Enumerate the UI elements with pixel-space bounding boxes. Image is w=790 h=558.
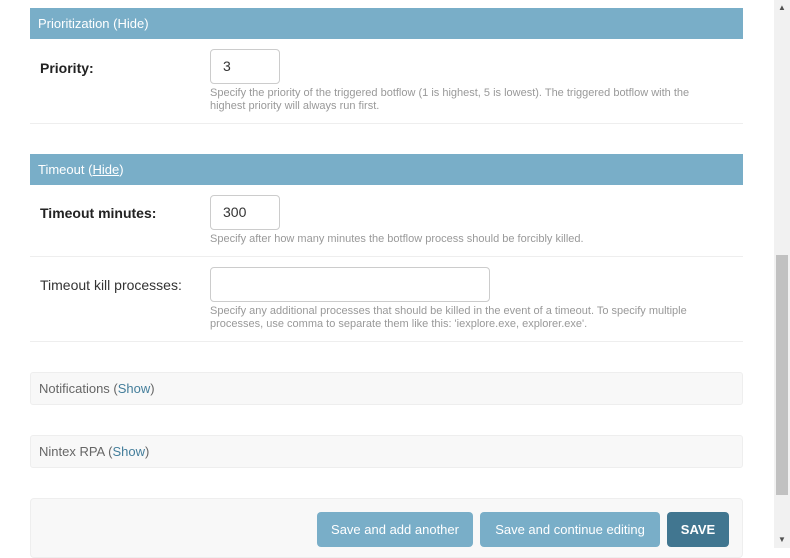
nintex-rpa-show-link[interactable]: Show — [112, 444, 145, 459]
priority-row: Priority: 3 Specify the priority of the … — [30, 39, 743, 124]
scroll-up-arrow-icon[interactable]: ▲ — [774, 0, 790, 16]
change-form: Prioritization (Hide) Priority: 3 Specif… — [30, 0, 743, 558]
prioritization-title: Prioritization — [38, 16, 110, 31]
timeout-minutes-row: Timeout minutes: 300 Specify after how m… — [30, 185, 743, 257]
timeout-kill-processes-row: Timeout kill processes: Specify any addi… — [30, 257, 743, 342]
timeout-minutes-help: Specify after how many minutes the botfl… — [210, 233, 584, 245]
priority-input[interactable]: 3 — [210, 49, 280, 84]
nintex-rpa-fieldset: Nintex RPA (Show) — [30, 435, 743, 468]
prioritization-hide-link[interactable]: Hide — [117, 16, 144, 31]
timeout-hide-link[interactable]: Hide — [92, 162, 119, 177]
submit-row: Save and add another Save and continue e… — [30, 498, 743, 558]
timeout-title: Timeout — [38, 162, 85, 177]
timeout-header: Timeout (Hide) — [30, 154, 743, 185]
priority-label: Priority: — [40, 60, 94, 76]
notifications-title: Notifications — [39, 381, 110, 396]
nintex-rpa-title: Nintex RPA — [39, 444, 105, 459]
timeout-kill-processes-input[interactable] — [210, 267, 490, 302]
notifications-fieldset: Notifications (Show) — [30, 372, 743, 405]
scrollbar-thumb[interactable] — [776, 255, 788, 495]
priority-help: Specify the priority of the triggered bo… — [210, 87, 690, 112]
prioritization-header: Prioritization (Hide) — [30, 8, 743, 39]
notifications-show-link[interactable]: Show — [118, 381, 151, 396]
save-and-continue-editing-button[interactable]: Save and continue editing — [480, 512, 660, 547]
timeout-kill-processes-label: Timeout kill processes: — [40, 277, 182, 293]
vertical-scrollbar[interactable]: ▲ ▼ — [774, 0, 790, 548]
save-and-add-another-button[interactable]: Save and add another — [317, 512, 473, 547]
save-button[interactable]: SAVE — [667, 512, 729, 547]
timeout-kill-processes-help: Specify any additional processes that sh… — [210, 305, 687, 330]
scroll-down-arrow-icon[interactable]: ▼ — [774, 532, 790, 548]
timeout-minutes-input[interactable]: 300 — [210, 195, 280, 230]
timeout-minutes-label: Timeout minutes: — [40, 205, 157, 221]
